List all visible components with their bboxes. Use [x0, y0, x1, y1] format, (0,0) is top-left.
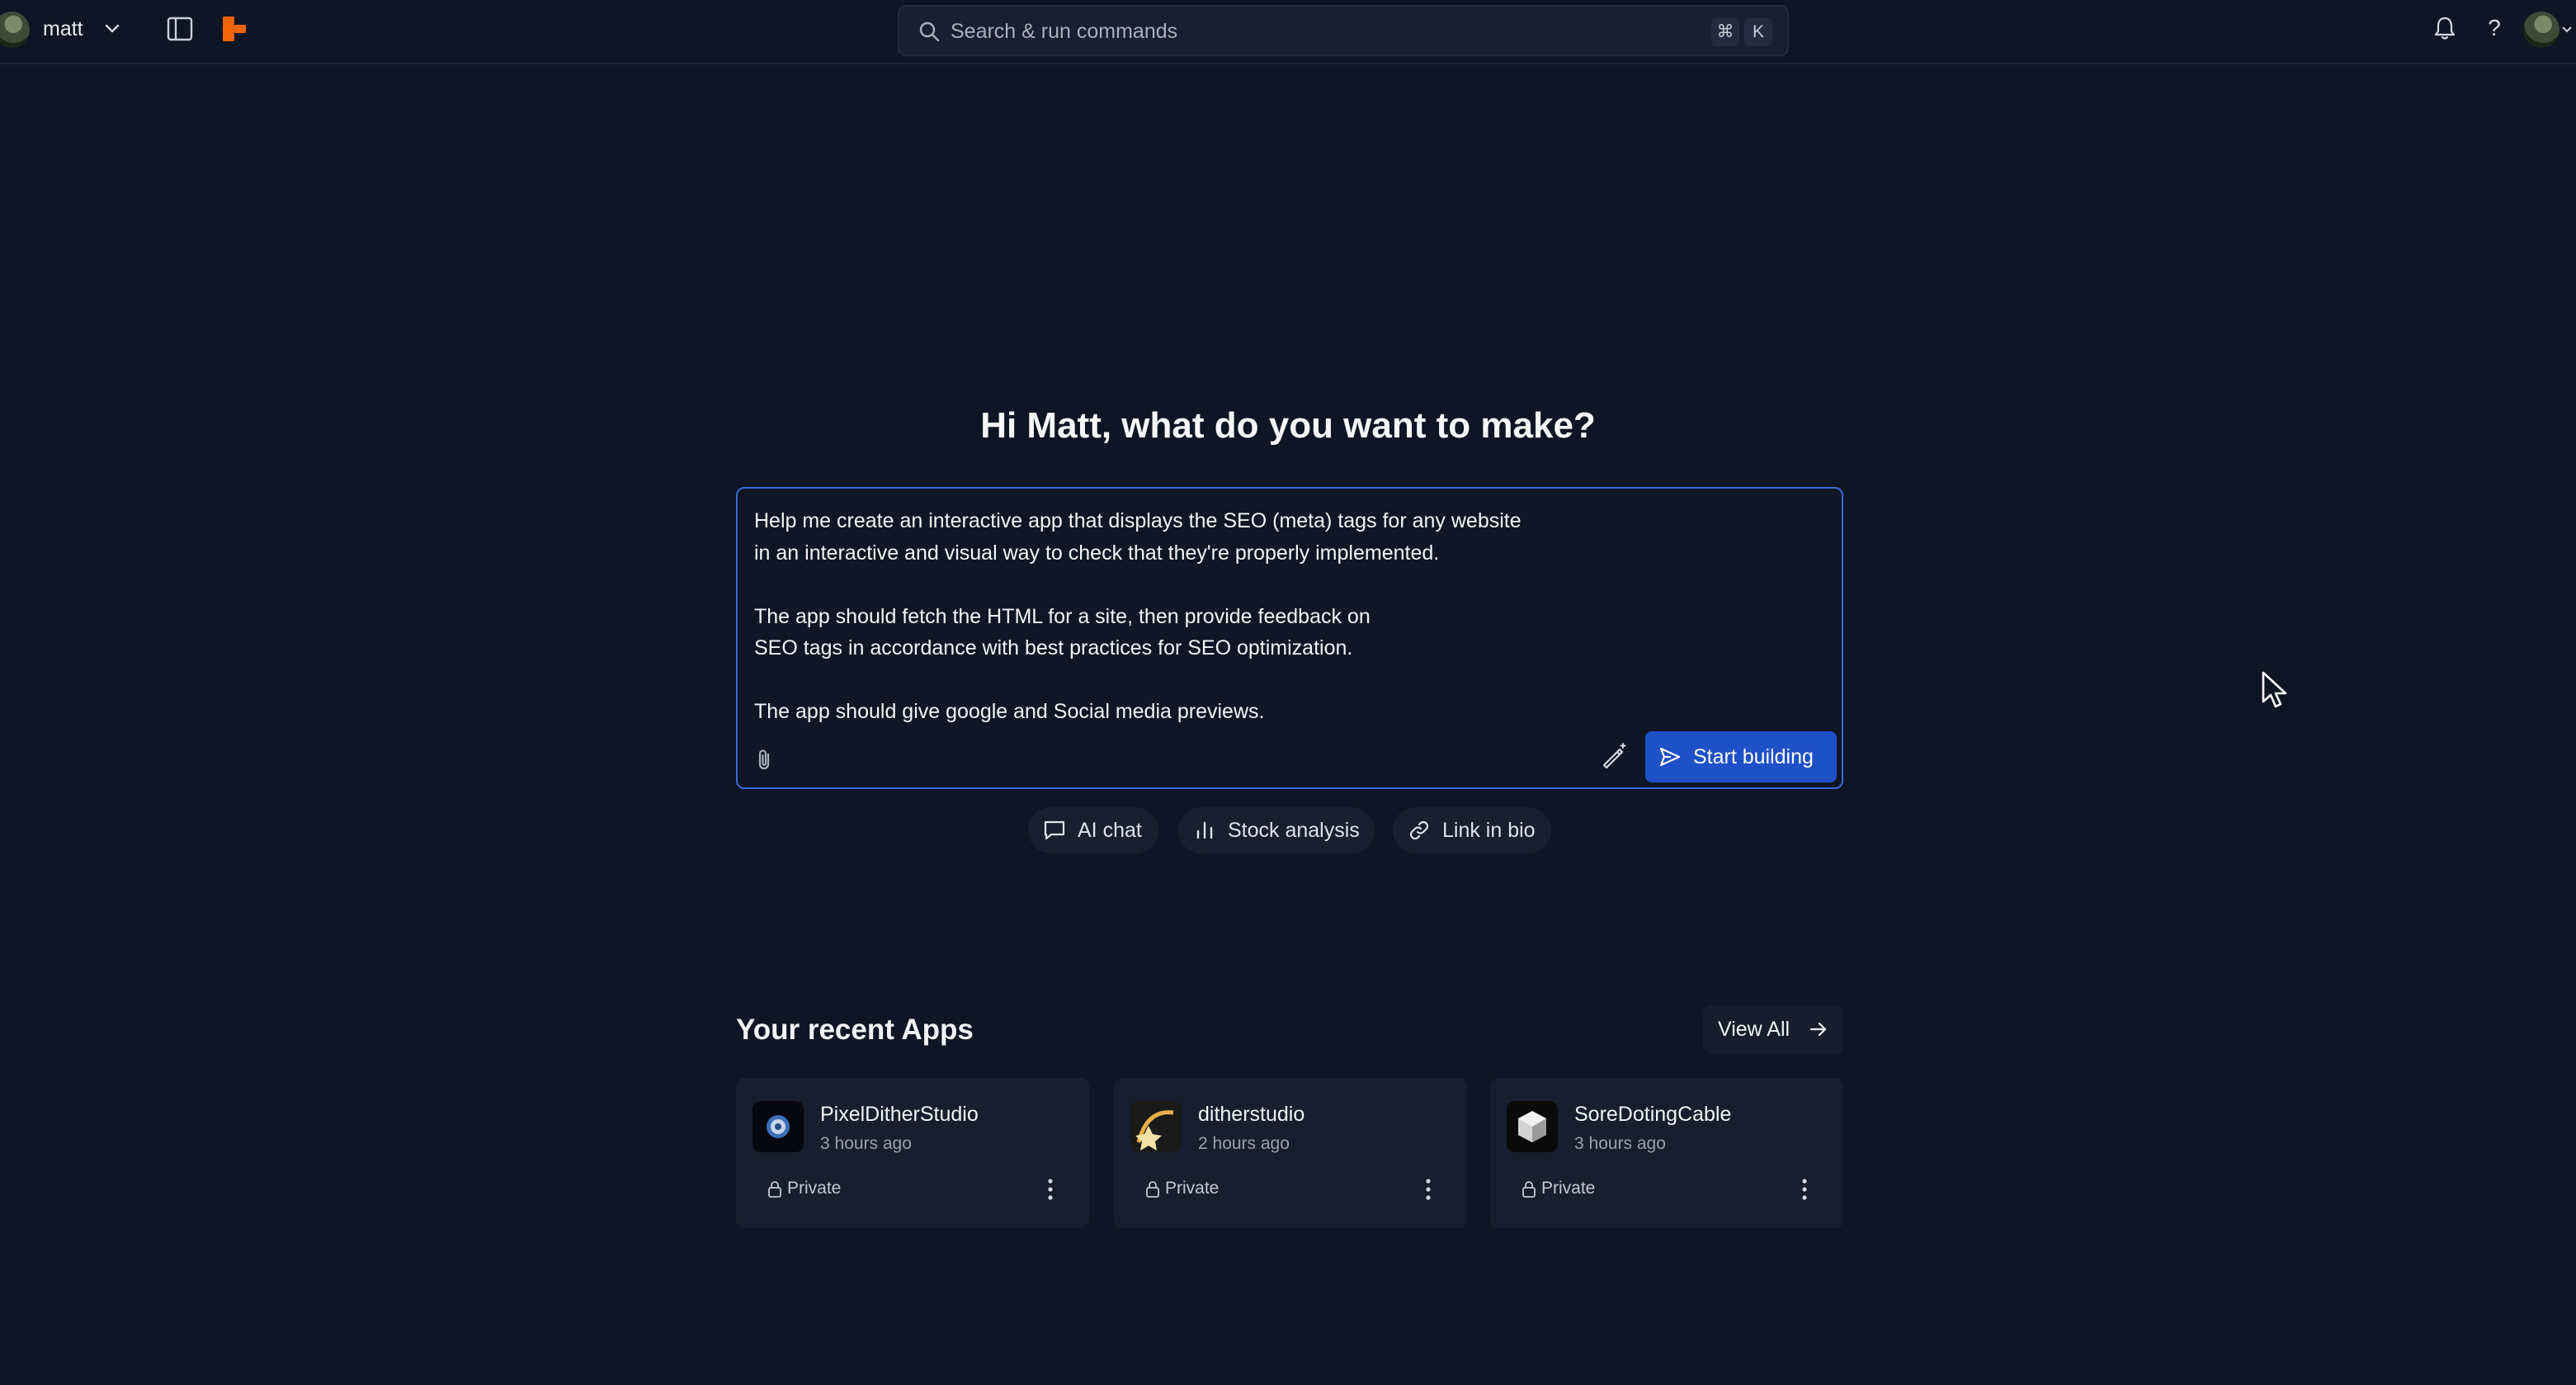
account-avatar[interactable]: [2523, 12, 2559, 48]
app-thumbnail-ditherstudio: [1130, 1101, 1182, 1152]
account-caret-icon[interactable]: [2561, 23, 2573, 35]
chat-bubble-icon: [1044, 820, 1065, 840]
username-label[interactable]: matt: [43, 15, 83, 43]
chevron-down-icon[interactable]: [102, 18, 122, 38]
app-name: ditherstudio: [1198, 1103, 1305, 1126]
start-building-label: Start building: [1693, 745, 1814, 768]
more-options-icon[interactable]: [1800, 1177, 1809, 1202]
app-updated-time: 2 hours ago: [1198, 1134, 1290, 1153]
chip-label: Link in bio: [1442, 819, 1536, 842]
app-card[interactable]: ditherstudio 2 hours ago Private: [1114, 1078, 1467, 1228]
paperclip-icon[interactable]: [754, 748, 776, 773]
app-privacy-label: Private: [1165, 1179, 1220, 1198]
app-thumbnail-soredotingcable: [1507, 1101, 1558, 1152]
lock-icon: [1146, 1181, 1159, 1198]
recent-apps-heading: Your recent Apps: [736, 1014, 974, 1046]
app-card[interactable]: SoreDotingCable 3 hours ago Private: [1490, 1078, 1843, 1228]
prompt-text[interactable]: Help me create an interactive app that d…: [754, 505, 1662, 728]
app-thumbnail-pixeldither: [753, 1101, 804, 1152]
lock-icon: [768, 1181, 781, 1198]
send-icon: [1659, 747, 1681, 767]
magic-wand-icon[interactable]: [1599, 741, 1629, 769]
command-search-bar[interactable]: Search & run commands ⌘ K: [898, 5, 1789, 56]
search-icon: [919, 21, 940, 42]
view-all-label: View All: [1718, 1018, 1790, 1041]
app-name: PixelDitherStudio: [820, 1103, 979, 1126]
prompt-input[interactable]: Help me create an interactive app that d…: [736, 487, 1843, 789]
suggestion-chip-stock-analysis[interactable]: Stock analysis: [1178, 807, 1375, 853]
shortcut-k-key: K: [1744, 18, 1772, 46]
mouse-cursor-icon: [2262, 671, 2287, 708]
suggestion-chip-link-in-bio[interactable]: Link in bio: [1393, 807, 1551, 853]
lock-icon: [1522, 1181, 1536, 1198]
app-card[interactable]: PixelDitherStudio 3 hours ago Private: [736, 1078, 1089, 1228]
bar-chart-icon: [1196, 821, 1213, 839]
view-all-button[interactable]: View All: [1703, 1005, 1843, 1053]
start-building-button[interactable]: Start building: [1645, 731, 1837, 782]
top-bar: matt Search & run commands ⌘ K ?: [0, 0, 2576, 64]
app-updated-time: 3 hours ago: [1574, 1134, 1666, 1153]
more-options-icon[interactable]: [1424, 1177, 1432, 1202]
notifications-bell-icon[interactable]: [2432, 15, 2457, 41]
replit-logo-icon[interactable]: [221, 15, 248, 43]
chip-label: AI chat: [1078, 819, 1142, 842]
arrow-right-icon: [1809, 1022, 1827, 1037]
help-icon[interactable]: ?: [2482, 12, 2507, 45]
shortcut-cmd-key: ⌘: [1711, 18, 1739, 46]
app-privacy-label: Private: [1541, 1179, 1596, 1198]
search-placeholder: Search & run commands: [951, 20, 1178, 43]
page-title: Hi Matt, what do you want to make?: [980, 405, 1596, 446]
user-avatar[interactable]: [0, 12, 30, 48]
app-privacy-label: Private: [787, 1179, 842, 1198]
app-updated-time: 3 hours ago: [820, 1134, 912, 1153]
sidebar-toggle-icon[interactable]: [167, 17, 193, 41]
link-icon: [1409, 820, 1429, 840]
suggestion-chip-ai-chat[interactable]: AI chat: [1028, 807, 1158, 853]
more-options-icon[interactable]: [1046, 1177, 1054, 1202]
chip-label: Stock analysis: [1228, 819, 1360, 842]
app-name: SoreDotingCable: [1574, 1103, 1732, 1126]
